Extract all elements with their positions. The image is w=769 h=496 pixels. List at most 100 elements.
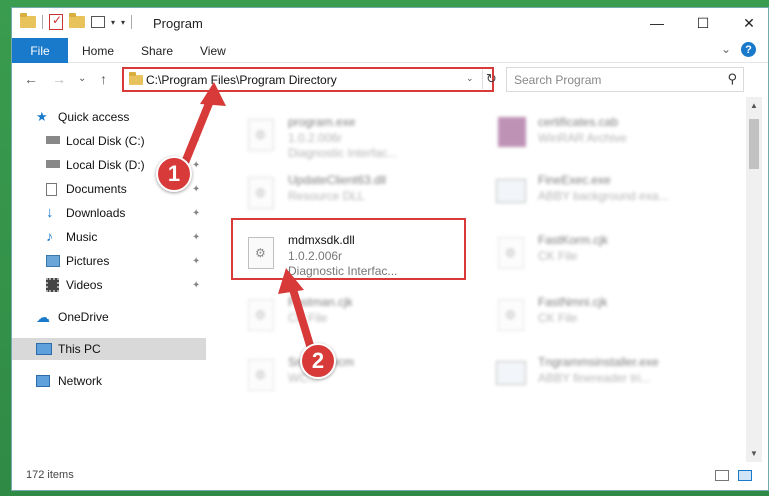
maximize-button[interactable]: ☐ [680, 8, 726, 38]
drive-icon [46, 136, 60, 144]
file-description: Diagnostic Interfac... [288, 146, 398, 160]
file-item[interactable]: Tngrammsinstaller.exe ABBY finereader tr… [494, 351, 734, 405]
scroll-up-icon[interactable]: ▲ [750, 101, 758, 110]
pin-icon: ✦ [192, 207, 201, 219]
separator [131, 15, 133, 29]
file-item[interactable]: UpdateClient63.dll Resource DLL [244, 169, 484, 223]
file-name: Tngrammsinstaller.exe [538, 355, 659, 369]
pc-icon [36, 343, 52, 355]
file-item[interactable]: FineExec.exe ABBY background exa... [494, 169, 734, 223]
file-name: FastNmni.cjk [538, 295, 608, 309]
folder-icon [20, 13, 36, 28]
address-path[interactable]: C:\Program Files\Program Directory [146, 73, 337, 87]
refresh-icon[interactable]: ↻ [486, 71, 497, 87]
recent-locations-button[interactable]: ⌄ [78, 73, 86, 84]
customize-qa-icon[interactable]: ▾ [121, 18, 125, 27]
file-icon [494, 295, 528, 335]
sidebar-item-label: This PC [58, 342, 101, 356]
details-view-icon[interactable] [715, 470, 729, 481]
tab-file[interactable]: File [12, 38, 68, 63]
pin-icon: ✦ [192, 159, 201, 171]
item-count: 172 items [26, 469, 74, 481]
search-icon: ⚲ [727, 71, 737, 86]
pin-icon: ✦ [192, 135, 201, 147]
scroll-thumb[interactable] [749, 119, 759, 169]
sidebar-item-label: Local Disk (C:) [66, 134, 145, 148]
file-type: CK File [288, 311, 328, 325]
pin-icon: ✦ [192, 231, 201, 243]
separator [482, 70, 483, 89]
new-folder-icon[interactable] [69, 13, 85, 28]
target-file-highlight [231, 218, 466, 280]
file-item[interactable]: FastNmni.cjk CK File [494, 291, 734, 345]
view-icon[interactable] [91, 16, 105, 28]
exe-icon [496, 179, 526, 203]
chevron-down-icon[interactable]: ▾ [111, 18, 115, 27]
file-item[interactable]: program.exe 1.0.2.006r Diagnostic Interf… [244, 111, 484, 165]
archive-icon [498, 117, 526, 147]
file-type: CK File [538, 249, 578, 263]
file-type: CK File [538, 311, 578, 325]
file-name: UpdateClient63.dll [288, 173, 387, 187]
large-icons-view-icon[interactable] [738, 470, 752, 481]
up-button[interactable]: ↑ [100, 71, 107, 87]
file-item[interactable]: Sn...15.wcm WC... [244, 351, 484, 405]
sidebar-item-quick-access[interactable]: ★ Quick access [12, 106, 206, 128]
pin-icon: ✦ [192, 255, 201, 267]
vertical-scrollbar[interactable]: ▲ ▼ [746, 97, 762, 462]
title-bar: ▾ ▾ Program — ☐ ✕ [12, 8, 768, 38]
navigation-bar: ← → ⌄ ↑ C:\Program Files\Program Directo… [12, 63, 768, 97]
drive-icon [46, 160, 60, 168]
back-button[interactable]: ← [24, 71, 38, 87]
sidebar-item-label: Documents [66, 182, 127, 196]
sidebar-item-label: OneDrive [58, 310, 109, 324]
search-input[interactable]: Search Program ⚲ [506, 67, 744, 92]
separator [42, 15, 43, 29]
tab-share[interactable]: Share [141, 44, 173, 58]
minimize-button[interactable]: — [634, 8, 680, 38]
expand-ribbon-icon[interactable]: ⌄ [721, 42, 731, 56]
scroll-down-icon[interactable]: ▼ [750, 449, 758, 458]
file-icon [244, 295, 278, 335]
download-icon: ↓ [46, 204, 54, 221]
music-icon: ♪ [46, 228, 53, 244]
sidebar-item-downloads[interactable]: ↓ Downloads ✦ [12, 202, 206, 224]
ribbon: File Home Share View ⌄ ? [12, 38, 768, 63]
file-name: certificates.cab [538, 115, 619, 129]
documents-icon [46, 183, 57, 196]
tab-view[interactable]: View [200, 44, 226, 58]
sidebar-item-music[interactable]: ♪ Music ✦ [12, 226, 206, 248]
quick-access-toolbar: ▾ ▾ [20, 13, 133, 30]
exe-icon [244, 115, 278, 155]
file-name: FastKorm.cjk [538, 233, 609, 247]
tab-home[interactable]: Home [82, 44, 114, 58]
close-button[interactable]: ✕ [726, 8, 769, 38]
file-type: WinRAR Archive [538, 131, 627, 145]
file-type: Resource DLL [288, 189, 365, 203]
file-item[interactable]: FastKorm.cjk CK File [494, 229, 734, 283]
file-icon [494, 233, 528, 273]
properties-icon[interactable] [49, 13, 63, 30]
sidebar-item-label: Local Disk (D:) [66, 158, 145, 172]
sidebar-item-label: Pictures [66, 254, 110, 268]
file-item[interactable]: certificates.cab WinRAR Archive [494, 111, 734, 165]
folder-icon [129, 72, 143, 85]
help-icon[interactable]: ? [741, 42, 756, 57]
star-icon: ★ [36, 109, 48, 124]
sidebar-item-this-pc[interactable]: This PC [12, 338, 206, 360]
pin-icon: ✦ [192, 279, 201, 291]
file-item[interactable]: Fastman.cjk CK File [244, 291, 484, 345]
sidebar-item-pictures[interactable]: Pictures ✦ [12, 250, 206, 272]
file-version: 1.0.2.006r [288, 131, 343, 145]
sidebar-item-videos[interactable]: Videos ✦ [12, 274, 206, 296]
videos-icon [46, 278, 59, 292]
forward-button[interactable]: → [52, 71, 66, 87]
chevron-down-icon[interactable]: ⌄ [466, 73, 474, 84]
sidebar-item-local-disk-c[interactable]: Local Disk (C:) ✦ [12, 130, 206, 152]
window-title: Program [153, 16, 203, 31]
sidebar-item-network[interactable]: Network [12, 370, 206, 392]
network-icon [36, 375, 50, 387]
sidebar-item-label: Quick access [58, 110, 130, 124]
address-bar[interactable]: C:\Program Files\Program Directory ⌄ ↻ [122, 67, 497, 92]
sidebar-item-onedrive[interactable]: ☁ OneDrive [12, 306, 206, 328]
